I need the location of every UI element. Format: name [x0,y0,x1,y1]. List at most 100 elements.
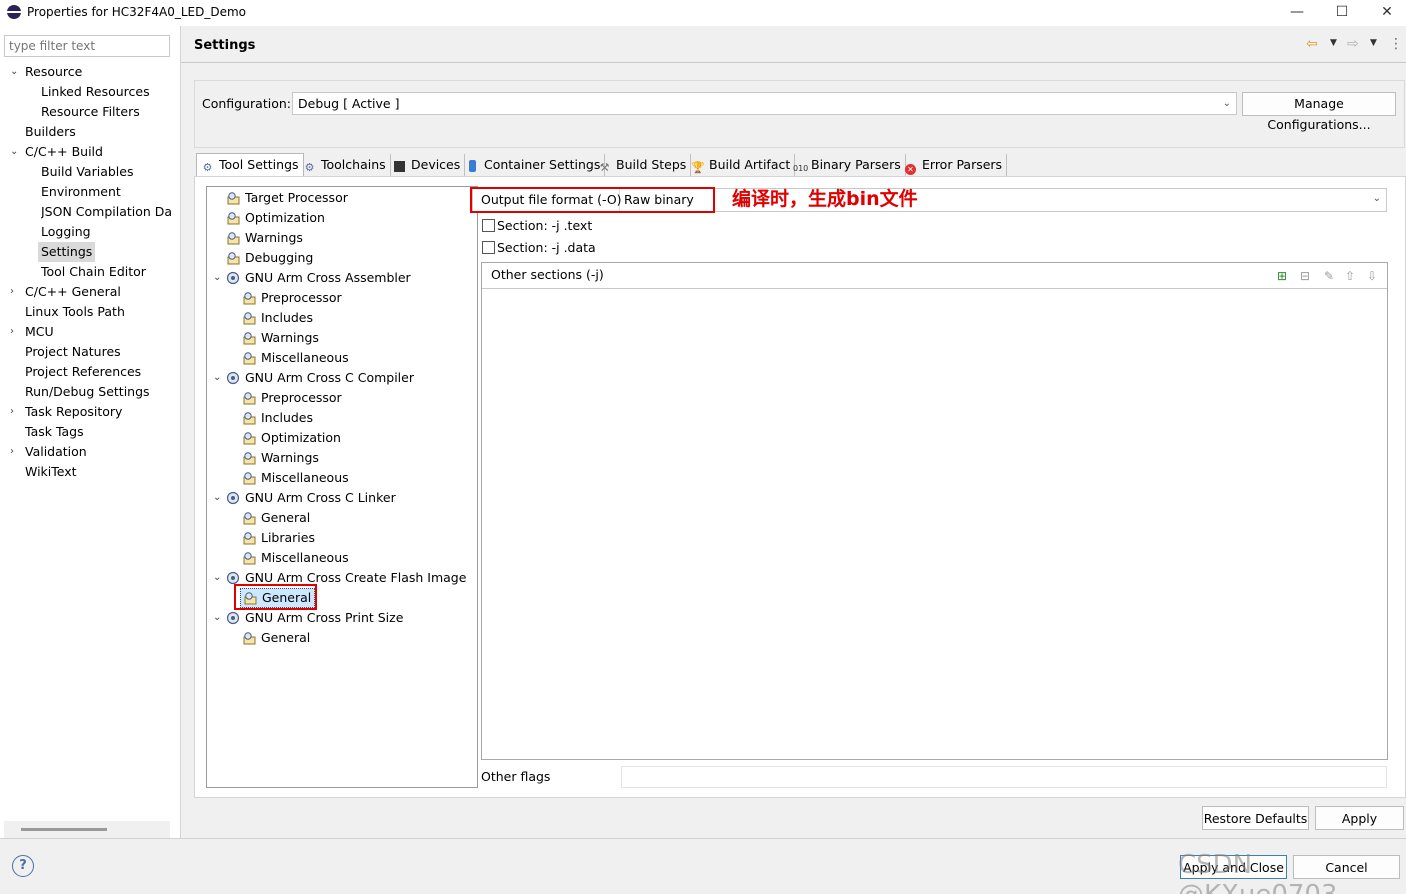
nav-item-settings[interactable]: Settings [38,242,96,262]
tab-devices[interactable]: Devices [389,154,466,176]
nav-item-project-references[interactable]: Project References [25,362,141,382]
nav-item-logging[interactable]: Logging [41,222,91,242]
tab-toolchains[interactable]: ⚙ Toolchains [299,154,391,176]
tab-container-settings[interactable]: Container Settings [462,154,606,176]
nav-item-cpp-general[interactable]: C/C++ General [25,282,121,302]
tree-item-cc-includes[interactable]: Includes [242,408,313,428]
chevron-down-icon[interactable]: ⌄ [213,488,221,508]
tree-item-ld-misc[interactable]: Miscellaneous [242,548,349,568]
maximize-button[interactable]: ☐ [1320,2,1364,24]
tree-item-optimization[interactable]: Optimization [226,208,325,228]
apply-and-close-button[interactable]: Apply and Close [1180,855,1287,879]
nav-item-task-repository[interactable]: Task Repository [25,402,122,422]
chevron-down-icon[interactable]: ⌄ [213,368,221,388]
nav-item-resource-filters[interactable]: Resource Filters [41,102,140,122]
footer-divider [0,838,1406,839]
nav-item-environment[interactable]: Environment [41,182,121,202]
scrollbar-thumb[interactable] [21,828,107,831]
nav-item-build-variables[interactable]: Build Variables [41,162,133,182]
forward-arrow-icon[interactable]: ⇨ [1347,36,1359,52]
nav-item-linux-tools-path[interactable]: Linux Tools Path [25,302,125,322]
tree-item-ld-general[interactable]: General [242,508,310,528]
tab-build-steps[interactable]: ⚒ Build Steps [594,154,692,176]
delete-icon[interactable]: ⊟ [1298,269,1312,283]
tab-label: Toolchains [321,157,386,172]
restore-defaults-button[interactable]: Restore Defaults [1202,806,1309,830]
close-button[interactable]: ✕ [1365,2,1406,24]
move-up-icon[interactable]: ⇧ [1343,269,1357,283]
nav-item-mcu[interactable]: MCU [25,322,54,342]
tree-item-size-general[interactable]: General [242,628,310,648]
chevron-down-icon[interactable]: ⌄ [10,142,18,162]
move-down-icon[interactable]: ⇩ [1365,269,1379,283]
chevron-down-icon[interactable]: ⌄ [10,62,18,82]
chevron-right-icon[interactable]: › [10,322,14,342]
nav-item-wikitext[interactable]: WikiText [25,462,77,482]
horizontal-scrollbar[interactable] [4,821,170,838]
tree-item-cc-optimization[interactable]: Optimization [242,428,341,448]
section-text-checkbox[interactable] [482,219,495,232]
tree-item-debugging[interactable]: Debugging [226,248,313,268]
tab-error-parsers[interactable]: ✕ Error Parsers [900,154,1008,176]
tree-item-assembler[interactable]: GNU Arm Cross Assembler [226,268,411,288]
chevron-down-icon[interactable]: ⌄ [213,568,221,588]
nav-item-cpp-build[interactable]: C/C++ Build [25,142,103,162]
nav-item-task-tags[interactable]: Task Tags [25,422,84,442]
title-bar: Properties for HC32F4A0_LED_Demo — ☐ ✕ [0,0,1406,26]
tree-item-cc-warnings[interactable]: Warnings [242,448,319,468]
settings-page-icon [243,472,256,485]
section-data-checkbox[interactable] [482,241,495,254]
tab-binary-parsers[interactable]: 010 Binary Parsers [789,154,906,176]
tree-item-c-compiler[interactable]: GNU Arm Cross C Compiler [226,368,414,388]
edit-icon[interactable]: ✎ [1322,269,1336,283]
other-flags-input[interactable] [621,766,1387,788]
help-icon[interactable]: ? [12,855,34,877]
tree-item-c-linker[interactable]: GNU Arm Cross C Linker [226,488,396,508]
tab-label: Devices [411,157,461,172]
filter-input[interactable] [5,36,169,56]
nav-item-validation[interactable]: Validation [25,442,87,462]
nav-item-json-compilation[interactable]: JSON Compilation Dat [41,202,171,222]
apply-button[interactable]: Apply [1315,806,1404,830]
nav-item-resource[interactable]: Resource [25,62,82,82]
tree-item-print-size[interactable]: GNU Arm Cross Print Size [226,608,403,628]
tree-item-asm-warnings[interactable]: Warnings [242,328,319,348]
chevron-right-icon[interactable]: › [10,282,14,302]
manage-configurations-button[interactable]: Manage Configurations... [1242,92,1396,132]
chevron-right-icon[interactable]: › [10,402,14,422]
minimize-button[interactable]: — [1275,2,1319,24]
configuration-select[interactable]: Debug [ Active ] ⌄ [292,92,1237,115]
tree-item-asm-preprocessor[interactable]: Preprocessor [242,288,342,308]
nav-item-linked-resources[interactable]: Linked Resources [41,82,150,102]
tree-item-asm-misc[interactable]: Miscellaneous [242,348,349,368]
tree-item-target-processor[interactable]: Target Processor [226,188,348,208]
nav-item-tool-chain-editor[interactable]: Tool Chain Editor [41,262,146,282]
nav-item-run-debug-settings[interactable]: Run/Debug Settings [25,382,150,402]
back-dropdown-icon[interactable]: ▼ [1330,38,1337,48]
chevron-down-icon[interactable]: ⌄ [213,608,221,628]
tree-item-warnings[interactable]: Warnings [226,228,303,248]
add-icon[interactable]: ⊞ [1275,269,1289,283]
tab-tool-settings[interactable]: ⚙ Tool Settings [196,153,304,177]
nav-item-project-natures[interactable]: Project Natures [25,342,121,362]
filter-field[interactable] [4,35,170,57]
settings-page-icon [243,412,256,425]
forward-dropdown-icon[interactable]: ▼ [1370,38,1377,48]
tool-settings-icon: ⚙ [202,161,213,174]
tree-item-asm-includes[interactable]: Includes [242,308,313,328]
tree-item-cc-misc[interactable]: Miscellaneous [242,468,349,488]
tab-build-artifact[interactable]: 🏆 Build Artifact [687,154,796,176]
view-menu-icon[interactable]: ⋮ [1389,36,1403,52]
tree-item-label: Miscellaneous [261,470,349,485]
window-title: Properties for HC32F4A0_LED_Demo [27,5,246,19]
other-sections-list[interactable]: Other sections (-j) ⊞ ⊟ ✎ ⇧ ⇩ [481,262,1388,760]
chevron-down-icon[interactable]: ⌄ [213,268,221,288]
cancel-button[interactable]: Cancel [1293,855,1400,879]
tree-item-cc-preprocessor[interactable]: Preprocessor [242,388,342,408]
settings-page-icon [243,432,256,445]
tree-item-label: Debugging [245,250,314,265]
back-arrow-icon[interactable]: ⇦ [1306,36,1318,52]
tree-item-ld-libraries[interactable]: Libraries [242,528,315,548]
chevron-right-icon[interactable]: › [10,442,14,462]
nav-item-builders[interactable]: Builders [25,122,76,142]
